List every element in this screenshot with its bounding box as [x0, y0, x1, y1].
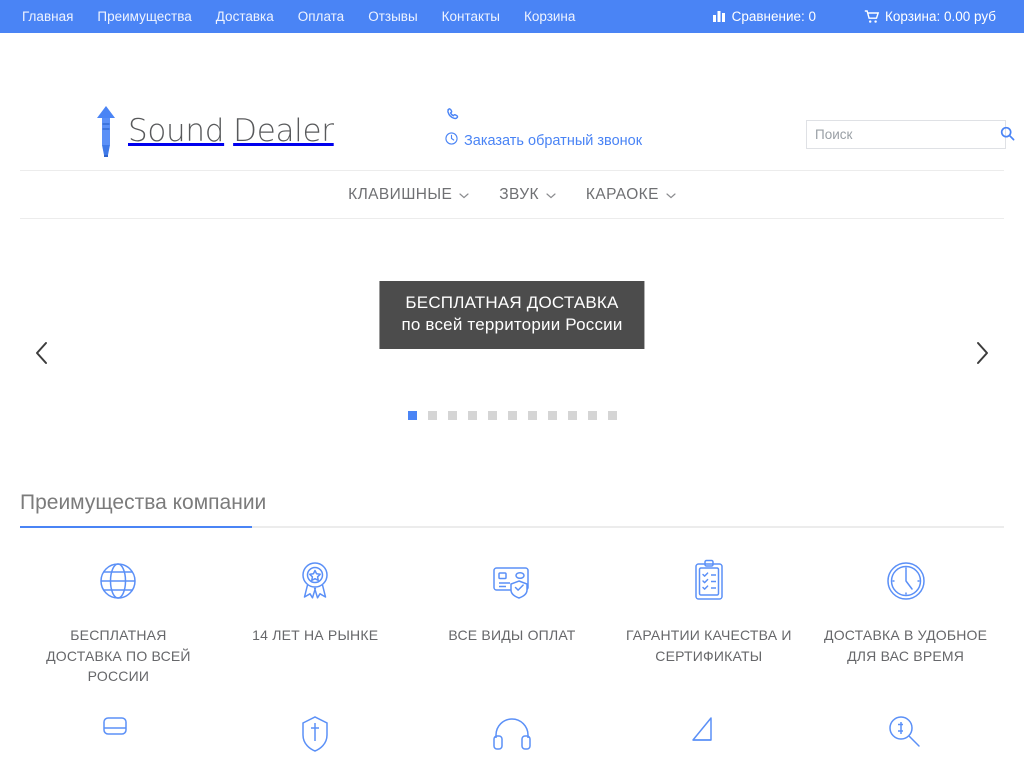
- microphone-icon: [93, 105, 119, 157]
- advantage-item[interactable]: ГАРАНТИИ КАЧЕСТВА И СЕРТИФИКАТЫ: [610, 558, 807, 687]
- chevron-down-icon: [546, 186, 556, 204]
- globe-icon: [95, 558, 141, 604]
- advantage-item[interactable]: [20, 713, 217, 768]
- cart-link[interactable]: Корзина: 0.00 руб: [864, 9, 996, 24]
- logo-word-2: Dealer: [233, 113, 334, 149]
- chevron-down-icon: [666, 186, 676, 204]
- carousel-dot[interactable]: [447, 411, 457, 420]
- cart-label: Корзина: 0.00 руб: [885, 9, 996, 24]
- carousel-slide-caption[interactable]: БЕСПЛАТНАЯ ДОСТАВКА по всей территории Р…: [379, 281, 645, 349]
- carousel-dot[interactable]: [547, 411, 557, 420]
- speaker-icon: [686, 713, 732, 759]
- search-input[interactable]: [807, 121, 1000, 148]
- chevron-down-icon: [459, 186, 469, 204]
- carousel-dot[interactable]: [507, 411, 517, 420]
- carousel-prev-button[interactable]: [22, 335, 62, 375]
- callback-request-link[interactable]: Заказать обратный звонок: [445, 132, 642, 149]
- advantage-item[interactable]: ВСЕ ВИДЫ ОПЛАТ: [414, 558, 611, 687]
- search-button[interactable]: [1000, 121, 1015, 148]
- phone-icon[interactable]: [445, 107, 460, 122]
- logo-word-1: Sound: [128, 113, 225, 149]
- slide-caption-line1: БЕСПЛАТНАЯ ДОСТАВКА: [405, 293, 619, 312]
- mainnav-karaoke-label: КАРАОКЕ: [585, 185, 659, 203]
- top-bar: Главная Преимущества Доставка Оплата Отз…: [0, 0, 1024, 33]
- advantage-item[interactable]: БЕСПЛАТНАЯ ДОСТАВКА ПО ВСЕЙ РОССИИ: [20, 558, 217, 687]
- mainnav-karaoke[interactable]: КАРАОКЕ: [586, 186, 676, 204]
- section-underline: [20, 526, 1004, 528]
- compare-link[interactable]: Сравнение: 0: [712, 9, 817, 24]
- advantage-item[interactable]: ДОСТАВКА В УДОБНОЕ ДЛЯ ВАС ВРЕМЯ: [807, 558, 1004, 687]
- advantages-grid-row2: [20, 687, 1004, 768]
- shopping-cart-icon: [864, 9, 880, 24]
- slide-caption-line2: по всей территории России: [401, 314, 623, 334]
- contact-block: Заказать обратный звонок: [445, 107, 642, 149]
- compare-label: Сравнение: 0: [731, 9, 817, 24]
- advantage-item[interactable]: [217, 713, 414, 768]
- clipboard-checklist-icon: [686, 558, 732, 604]
- headphones-icon: [489, 713, 535, 759]
- carousel-next-button[interactable]: [962, 335, 1002, 375]
- top-bar-right: Сравнение: 0 Корзина: 0.00 руб: [712, 9, 1002, 24]
- advantage-item[interactable]: [414, 713, 611, 768]
- search-icon: [1000, 126, 1015, 144]
- shield-badge-icon: [292, 713, 338, 759]
- advantage-label: 14 ЛЕТ НА РЫНКЕ: [252, 627, 379, 643]
- advantage-item[interactable]: [807, 713, 1004, 768]
- topnav-home[interactable]: Главная: [22, 0, 85, 33]
- credit-card-shield-icon: [489, 558, 535, 604]
- mainnav-sound-label: ЗВУК: [499, 185, 539, 203]
- carousel-dot[interactable]: [427, 411, 437, 420]
- page-title: Преимущества компании: [20, 491, 267, 514]
- hero-carousel: БЕСПЛАТНАЯ ДОСТАВКА по всей территории Р…: [0, 219, 1024, 491]
- money-search-icon: [883, 713, 929, 759]
- advantage-label: БЕСПЛАТНАЯ ДОСТАВКА ПО ВСЕЙ РОССИИ: [46, 627, 191, 685]
- carousel-dot[interactable]: [587, 411, 597, 420]
- mainnav-keyboards[interactable]: КЛАВИШНЫЕ: [348, 186, 469, 204]
- topnav-advantages[interactable]: Преимущества: [85, 0, 203, 33]
- clock-icon: [445, 132, 458, 149]
- chevron-right-icon: [972, 340, 992, 371]
- chevron-left-icon: [32, 340, 52, 371]
- carousel-dot[interactable]: [527, 411, 537, 420]
- carousel-dot[interactable]: [607, 411, 617, 420]
- advantage-label: ГАРАНТИИ КАЧЕСТВА И СЕРТИФИКАТЫ: [625, 627, 792, 664]
- site-header: Sound Dealer Заказать обратный звонок: [0, 33, 1024, 170]
- callback-label: Заказать обратный звонок: [464, 132, 643, 149]
- advantage-item[interactable]: [610, 713, 807, 768]
- bar-chart-icon: [712, 10, 727, 23]
- carousel-dot[interactable]: [467, 411, 477, 420]
- logo-text: Sound Dealer: [128, 113, 334, 149]
- topnav-payment[interactable]: Оплата: [286, 0, 356, 33]
- top-navigation: Главная Преимущества Доставка Оплата Отз…: [22, 0, 587, 33]
- advantage-item[interactable]: 14 ЛЕТ НА РЫНКЕ: [217, 558, 414, 687]
- clock-icon: [883, 558, 929, 604]
- site-logo[interactable]: Sound Dealer: [93, 105, 334, 157]
- carousel-dot[interactable]: [407, 411, 417, 420]
- search-box[interactable]: [806, 120, 1015, 149]
- topnav-reviews[interactable]: Отзывы: [356, 0, 429, 33]
- topnav-delivery[interactable]: Доставка: [204, 0, 286, 33]
- truck-icon: [95, 713, 141, 759]
- mainnav-sound[interactable]: ЗВУК: [499, 186, 556, 204]
- award-ribbon-icon: [292, 558, 338, 604]
- advantages-section: Преимущества компании БЕСПЛАТНАЯ ДОСТАВК…: [0, 491, 1024, 768]
- carousel-dot[interactable]: [487, 411, 497, 420]
- main-navigation: КЛАВИШНЫЕ ЗВУК КАРАОКЕ: [0, 171, 1024, 218]
- topnav-cart[interactable]: Корзина: [512, 0, 587, 33]
- advantages-grid-row1: БЕСПЛАТНАЯ ДОСТАВКА ПО ВСЕЙ РОССИИ 14 ЛЕ…: [20, 528, 1004, 687]
- carousel-dot[interactable]: [567, 411, 577, 420]
- advantage-label: ДОСТАВКА В УДОБНОЕ ДЛЯ ВАС ВРЕМЯ: [824, 627, 988, 664]
- carousel-indicators: [0, 411, 1024, 420]
- topnav-contacts[interactable]: Контакты: [430, 0, 512, 33]
- advantage-label: ВСЕ ВИДЫ ОПЛАТ: [448, 627, 576, 643]
- mainnav-keyboards-label: КЛАВИШНЫЕ: [348, 185, 453, 203]
